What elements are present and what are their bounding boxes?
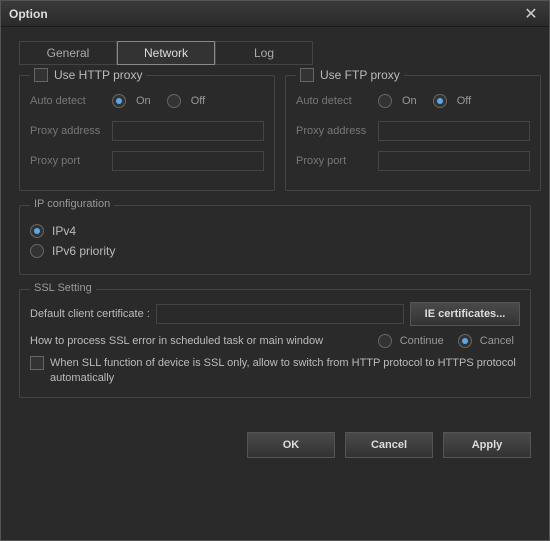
ipv6-radio[interactable] bbox=[30, 244, 44, 258]
ftp-proxy-checkbox[interactable] bbox=[300, 68, 314, 82]
tab-bar: General Network Log bbox=[1, 27, 549, 65]
http-proxy-checkbox[interactable] bbox=[34, 68, 48, 82]
http-on-label: On bbox=[136, 95, 151, 107]
http-proxy-title: Use HTTP proxy bbox=[54, 68, 142, 82]
ssl-auto-https-label: When SLL function of device is SSL only,… bbox=[50, 356, 520, 387]
button-bar: OK Cancel Apply bbox=[1, 422, 549, 468]
tab-network[interactable]: Network bbox=[117, 41, 215, 65]
ssl-cancel-label: Cancel bbox=[480, 335, 514, 347]
http-port-input[interactable] bbox=[112, 151, 264, 171]
content-area: Use HTTP proxy Auto detect On Off Proxy … bbox=[1, 65, 549, 422]
ipv4-radio[interactable] bbox=[30, 224, 44, 238]
http-address-input[interactable] bbox=[112, 121, 264, 141]
ssl-continue-label: Continue bbox=[400, 335, 444, 347]
ip-config-group: IP configuration IPv4 IPv6 priority bbox=[19, 205, 531, 275]
ssl-legend: SSL Setting bbox=[30, 282, 96, 294]
option-dialog: Option ✕ General Network Log Use HTTP pr… bbox=[0, 0, 550, 541]
ip-legend: IP configuration bbox=[30, 198, 114, 210]
ssl-auto-https-checkbox[interactable] bbox=[30, 356, 44, 370]
ftp-proxy-group: Use FTP proxy Auto detect On Off Proxy a… bbox=[285, 75, 541, 191]
http-off-label: Off bbox=[191, 95, 205, 107]
tab-log[interactable]: Log bbox=[215, 41, 313, 65]
ipv6-label: IPv6 priority bbox=[52, 244, 115, 258]
ipv4-label: IPv4 bbox=[52, 224, 76, 238]
ftp-port-label: Proxy port bbox=[296, 155, 378, 167]
ftp-proxy-title: Use FTP proxy bbox=[320, 68, 400, 82]
ssl-cancel-radio[interactable] bbox=[458, 334, 472, 348]
ftp-off-label: Off bbox=[457, 95, 471, 107]
ftp-off-radio[interactable] bbox=[433, 94, 447, 108]
http-off-radio[interactable] bbox=[167, 94, 181, 108]
ssl-continue-radio[interactable] bbox=[378, 334, 392, 348]
http-on-radio[interactable] bbox=[112, 94, 126, 108]
ftp-address-label: Proxy address bbox=[296, 125, 378, 137]
http-address-label: Proxy address bbox=[30, 125, 112, 137]
http-proxy-group: Use HTTP proxy Auto detect On Off Proxy … bbox=[19, 75, 275, 191]
ok-button[interactable]: OK bbox=[247, 432, 335, 458]
tab-general[interactable]: General bbox=[19, 41, 117, 65]
ftp-port-input[interactable] bbox=[378, 151, 530, 171]
titlebar: Option ✕ bbox=[1, 1, 549, 27]
http-port-label: Proxy port bbox=[30, 155, 112, 167]
ftp-on-label: On bbox=[402, 95, 417, 107]
ssl-cert-input[interactable] bbox=[156, 304, 404, 324]
apply-button[interactable]: Apply bbox=[443, 432, 531, 458]
ssl-group: SSL Setting Default client certificate :… bbox=[19, 289, 531, 398]
cancel-button[interactable]: Cancel bbox=[345, 432, 433, 458]
ftp-auto-detect-label: Auto detect bbox=[296, 95, 378, 107]
ie-certificates-button[interactable]: IE certificates... bbox=[410, 302, 520, 326]
window-title: Option bbox=[9, 7, 48, 21]
http-auto-detect-label: Auto detect bbox=[30, 95, 112, 107]
ssl-error-label: How to process SSL error in scheduled ta… bbox=[30, 335, 370, 347]
ftp-on-radio[interactable] bbox=[378, 94, 392, 108]
ssl-cert-label: Default client certificate : bbox=[30, 308, 150, 320]
ftp-address-input[interactable] bbox=[378, 121, 530, 141]
close-icon[interactable]: ✕ bbox=[521, 4, 541, 24]
